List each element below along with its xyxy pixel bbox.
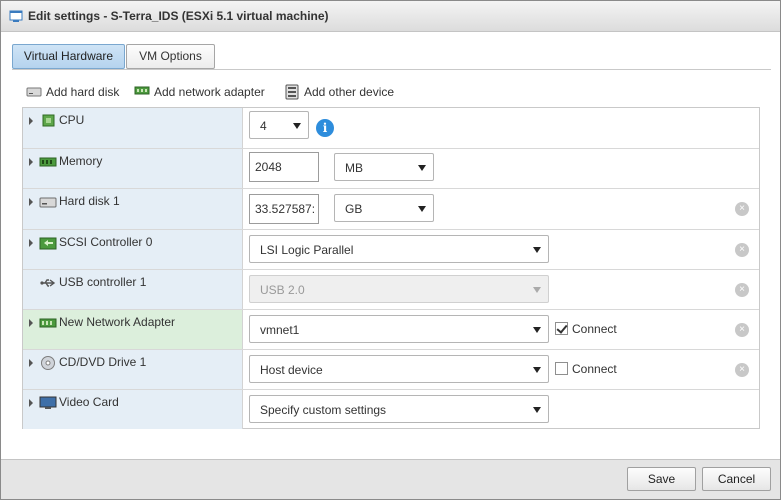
cancel-button[interactable]: Cancel — [702, 467, 771, 491]
scsi-type-value: LSI Logic Parallel — [260, 243, 354, 257]
remove-device-icon[interactable]: × — [735, 202, 749, 216]
edit-settings-dialog: Edit settings - S-Terra_IDS (ESXi 5.1 vi… — [0, 0, 781, 500]
cd-dvd-icon — [41, 356, 55, 370]
info-icon[interactable]: i — [316, 119, 334, 137]
network-label: New Network Adapter — [59, 315, 176, 329]
usb-version-value: USB 2.0 — [260, 283, 305, 297]
network-connect-label: Connect — [572, 322, 617, 336]
add-hard-disk-button[interactable]: Add hard disk — [26, 83, 126, 101]
expand-arrow-icon[interactable] — [29, 319, 33, 327]
video-settings-value: Specify custom settings — [260, 403, 387, 417]
hard-disk-unit-select[interactable]: GB — [334, 194, 434, 222]
hard-disk-icon — [39, 197, 57, 208]
monitor-icon — [39, 396, 57, 409]
cddvd-connect-checkbox[interactable] — [555, 362, 568, 375]
hard-disk-size-input[interactable] — [249, 194, 319, 224]
memory-label-cell[interactable]: Memory — [23, 149, 243, 188]
usb-label-cell[interactable]: USB controller 1 — [23, 270, 243, 309]
memory-label: Memory — [59, 154, 103, 168]
network-adapter-icon — [39, 318, 57, 328]
network-label-cell[interactable]: New Network Adapter — [23, 310, 243, 349]
hard-disk-icon — [26, 87, 42, 97]
title-bar[interactable]: Edit settings - S-Terra_IDS (ESXi 5.1 vi… — [1, 1, 780, 32]
cpu-count-value: 4 — [260, 119, 267, 133]
hard-disk-label-cell[interactable]: Hard disk 1 — [23, 189, 243, 229]
remove-device-icon[interactable]: × — [735, 283, 749, 297]
hard-disk-label: Hard disk 1 — [59, 194, 120, 208]
cddvd-label-cell[interactable]: CD/DVD Drive 1 — [23, 350, 243, 389]
cddvd-select[interactable]: Host device — [249, 355, 549, 383]
network-connect-checkbox[interactable] — [555, 322, 568, 335]
remove-device-icon[interactable]: × — [735, 323, 749, 337]
add-network-adapter-label: Add network adapter — [154, 85, 265, 99]
cpu-label: CPU — [59, 113, 85, 127]
chevron-down-icon — [533, 367, 541, 373]
tab-vm-options[interactable]: VM Options — [126, 44, 215, 69]
expand-arrow-icon[interactable] — [29, 198, 33, 206]
vm-settings-icon — [9, 10, 23, 22]
add-other-device-label: Add other device — [304, 85, 395, 99]
expand-arrow-icon[interactable] — [29, 399, 33, 407]
device-row-video-card: Video Card Specify custom settings — [23, 389, 759, 429]
tab-divider — [12, 69, 771, 70]
memory-unit-value: MB — [345, 161, 363, 175]
cddvd-value: Host device — [260, 363, 323, 377]
device-row-network-adapter: New Network Adapter vmnet1 Connect × — [23, 309, 759, 349]
chevron-down-icon — [533, 407, 541, 413]
usb-icon — [40, 279, 56, 287]
cpu-count-select[interactable]: 4 — [249, 111, 309, 139]
cpu-icon — [42, 114, 55, 127]
chevron-down-icon — [293, 123, 301, 129]
memory-icon — [39, 157, 57, 167]
remove-device-icon[interactable]: × — [735, 363, 749, 377]
video-label: Video Card — [59, 395, 119, 409]
hard-disk-unit-value: GB — [345, 202, 363, 216]
network-adapter-icon — [134, 86, 150, 95]
device-row-cpu: CPU 4 i — [23, 108, 759, 148]
add-hard-disk-label: Add hard disk — [46, 85, 120, 99]
usb-version-select: USB 2.0 — [249, 275, 549, 303]
cddvd-connect-label: Connect — [572, 362, 617, 376]
device-row-usb-controller: USB controller 1 USB 2.0 × — [23, 269, 759, 309]
chevron-down-icon — [418, 206, 426, 212]
dialog-title: Edit settings - S-Terra_IDS (ESXi 5.1 vi… — [28, 9, 329, 23]
scsi-controller-icon — [39, 237, 57, 250]
expand-arrow-icon[interactable] — [29, 239, 33, 247]
expand-arrow-icon[interactable] — [29, 117, 33, 125]
chevron-down-icon — [418, 165, 426, 171]
device-row-memory: Memory MB — [23, 148, 759, 188]
video-settings-select[interactable]: Specify custom settings — [249, 395, 549, 423]
video-label-cell[interactable]: Video Card — [23, 390, 243, 429]
tab-virtual-hardware[interactable]: Virtual Hardware — [12, 44, 125, 69]
network-select[interactable]: vmnet1 — [249, 315, 549, 343]
usb-label: USB controller 1 — [59, 275, 147, 289]
cddvd-label: CD/DVD Drive 1 — [59, 355, 147, 369]
add-network-adapter-button[interactable]: Add network adapter — [134, 83, 274, 101]
expand-arrow-icon[interactable] — [29, 359, 33, 367]
network-value: vmnet1 — [260, 323, 300, 337]
chevron-down-icon — [533, 287, 541, 293]
device-row-scsi-controller: SCSI Controller 0 LSI Logic Parallel × — [23, 229, 759, 269]
scsi-label: SCSI Controller 0 — [59, 235, 153, 249]
hardware-grid: CPU 4 i Memory MB — [22, 107, 760, 429]
add-other-device-button[interactable]: Add other device — [284, 83, 396, 101]
device-row-hard-disk: Hard disk 1 GB × — [23, 188, 759, 229]
expand-arrow-icon[interactable] — [29, 158, 33, 166]
cpu-label-cell[interactable]: CPU — [23, 108, 243, 148]
save-button[interactable]: Save — [627, 467, 696, 491]
scsi-label-cell[interactable]: SCSI Controller 0 — [23, 230, 243, 269]
memory-unit-select[interactable]: MB — [334, 153, 434, 181]
chevron-down-icon — [533, 327, 541, 333]
chevron-down-icon — [533, 247, 541, 253]
scsi-type-select[interactable]: LSI Logic Parallel — [249, 235, 549, 263]
device-row-cd-dvd-drive: CD/DVD Drive 1 Host device Connect × — [23, 349, 759, 389]
remove-device-icon[interactable]: × — [735, 243, 749, 257]
other-device-icon — [285, 84, 299, 100]
memory-size-input[interactable] — [249, 152, 319, 182]
